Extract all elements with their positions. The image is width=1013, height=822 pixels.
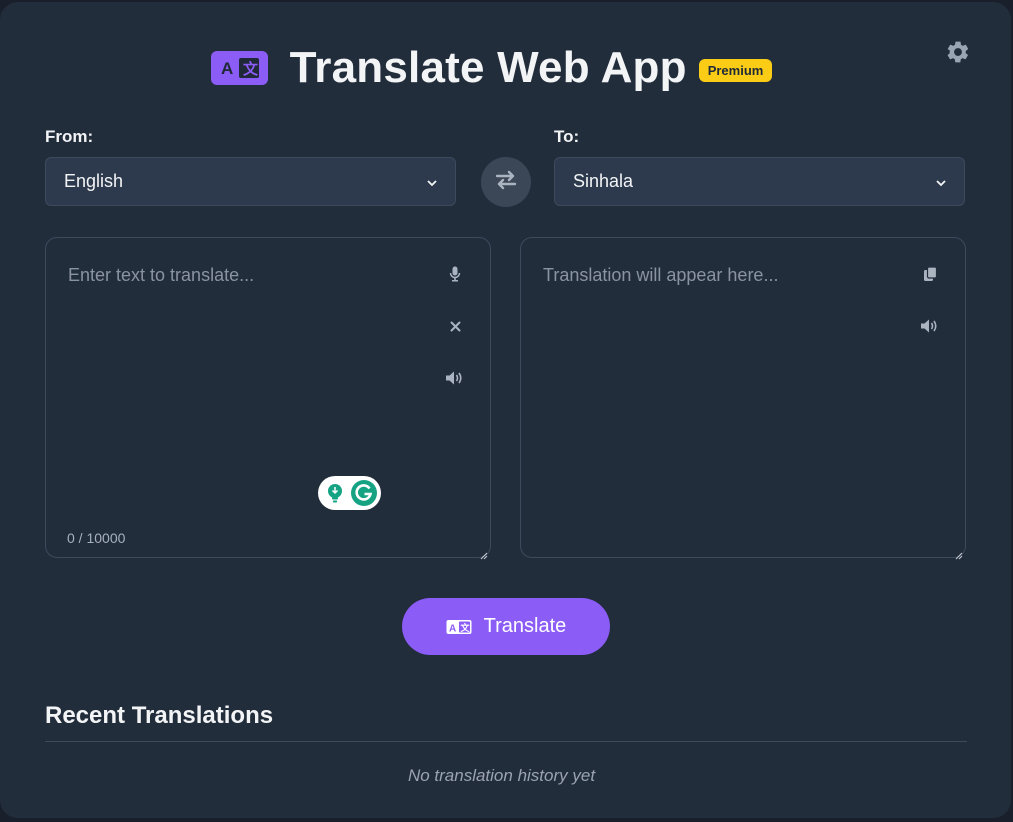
copy-icon[interactable]	[919, 263, 941, 285]
to-label: To:	[554, 127, 580, 146]
gear-icon[interactable]	[945, 39, 971, 65]
page-title: Translate Web App	[289, 43, 687, 92]
to-language-value: Sinhala	[573, 171, 634, 191]
svg-text:A: A	[221, 59, 233, 78]
source-text-area[interactable]: Enter text to translate... 0 / 10000	[45, 237, 491, 560]
app-card: A 文 Translate Web App Premium From: To: …	[0, 2, 1011, 818]
chevron-down-icon	[936, 171, 946, 192]
target-placeholder: Translation will appear here...	[543, 265, 779, 285]
translate-button[interactable]: A 文 Translate	[402, 598, 610, 655]
from-language-select[interactable]: English	[45, 157, 456, 206]
from-language-value: English	[64, 171, 124, 191]
translate-button-label: Translate	[483, 615, 567, 637]
to-language-select[interactable]: Sinhala	[554, 157, 965, 206]
character-counter: 0 / 10000	[67, 530, 126, 546]
divider	[45, 741, 967, 742]
grammarly-logo-icon	[350, 479, 378, 507]
translate-icon: A 文	[446, 619, 472, 635]
resize-handle-icon[interactable]	[480, 547, 488, 560]
lightbulb-icon	[322, 480, 348, 506]
speaker-icon[interactable]	[919, 315, 941, 337]
swap-arrows-icon	[495, 170, 517, 195]
translate-icon: A 文	[210, 51, 268, 85]
svg-text:文: 文	[459, 622, 470, 633]
speaker-icon[interactable]	[444, 367, 466, 389]
svg-text:A: A	[449, 623, 456, 634]
from-label: From:	[45, 127, 94, 146]
svg-text:文: 文	[243, 60, 259, 78]
chevron-down-icon	[427, 171, 437, 192]
empty-history-message: No translation history yet	[407, 766, 596, 785]
swap-languages-button[interactable]	[481, 157, 531, 207]
premium-badge: Premium	[698, 58, 773, 82]
translation-output-area[interactable]: Translation will appear here...	[520, 237, 966, 560]
resize-handle-icon[interactable]	[955, 547, 963, 560]
header: A 文 Translate Web App Premium	[0, 40, 1011, 96]
microphone-icon[interactable]	[444, 263, 466, 285]
recent-translations-heading: Recent Translations	[45, 702, 274, 729]
grammarly-widget[interactable]	[318, 476, 381, 510]
close-icon[interactable]	[444, 315, 466, 337]
source-placeholder: Enter text to translate...	[68, 265, 255, 285]
